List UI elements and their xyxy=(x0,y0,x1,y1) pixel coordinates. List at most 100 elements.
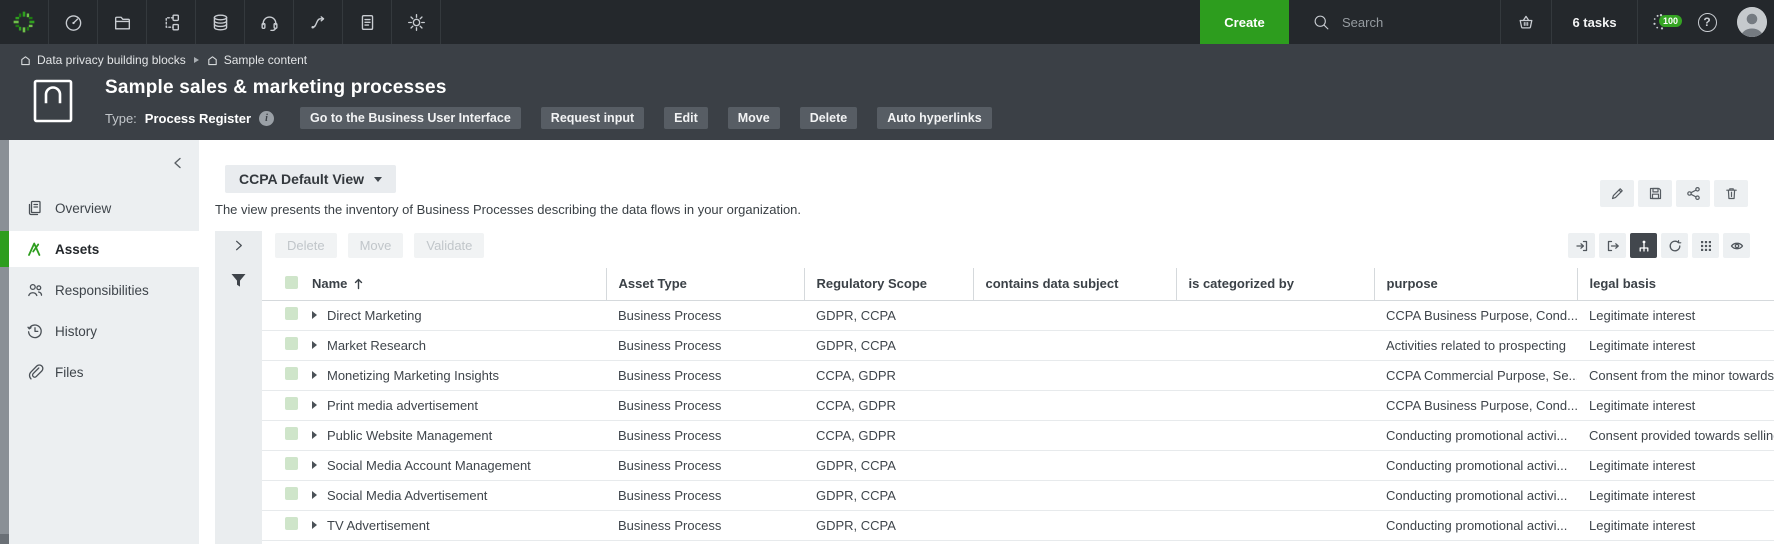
edit-button[interactable]: Edit xyxy=(664,107,708,129)
table-row[interactable]: Public Website Management Business Proce… xyxy=(262,420,1774,450)
type-label: Type: xyxy=(105,111,137,126)
table-body: Direct Marketing Business Process GDPR, … xyxy=(262,300,1774,540)
global-search[interactable] xyxy=(1289,0,1500,44)
table-row[interactable]: Monetizing Marketing Insights Business P… xyxy=(262,360,1774,390)
asset-name[interactable]: Social Media Account Management xyxy=(327,458,531,473)
expand-row-icon[interactable] xyxy=(312,521,317,529)
browse-nav[interactable] xyxy=(98,0,147,44)
expand-panel-button[interactable] xyxy=(215,233,262,258)
filter-button[interactable] xyxy=(229,271,248,295)
asset-name[interactable]: Social Media Advertisement xyxy=(327,488,487,503)
basket-icon xyxy=(1516,12,1536,32)
table-row[interactable]: Direct Marketing Business Process GDPR, … xyxy=(262,300,1774,330)
support-nav[interactable] xyxy=(245,0,294,44)
table-row[interactable]: Social Media Account Management Business… xyxy=(262,450,1774,480)
collibra-logo[interactable] xyxy=(0,0,49,44)
table-row[interactable]: TV Advertisement Business Process GDPR, … xyxy=(262,510,1774,540)
tree-view-button[interactable] xyxy=(1630,233,1657,258)
user-menu[interactable] xyxy=(1730,7,1774,37)
column-header-is-categorized-by[interactable]: is categorized by xyxy=(1176,268,1374,300)
sidebar-item-history[interactable]: History xyxy=(9,313,199,349)
row-checkbox[interactable] xyxy=(285,397,298,410)
sidebar-item-responsibilities[interactable]: Responsibilities xyxy=(9,272,199,308)
column-header-asset-type[interactable]: Asset Type xyxy=(606,268,804,300)
sidebar-collapse-button[interactable] xyxy=(171,156,185,170)
view-description: The view presents the inventory of Busin… xyxy=(215,202,1774,217)
row-checkbox[interactable] xyxy=(285,337,298,350)
row-checkbox[interactable] xyxy=(285,307,298,320)
expand-row-icon[interactable] xyxy=(312,461,317,469)
view-selector[interactable]: CCPA Default View xyxy=(225,165,396,193)
expand-row-icon[interactable] xyxy=(312,401,317,409)
column-header-contains-data-subject[interactable]: contains data subject xyxy=(973,268,1176,300)
expand-row-icon[interactable] xyxy=(312,431,317,439)
sidebar-item-assets[interactable]: Assets xyxy=(9,231,199,267)
row-select-cell xyxy=(262,480,300,510)
help-button[interactable]: ? xyxy=(1684,13,1730,32)
asset-name[interactable]: Direct Marketing xyxy=(327,308,422,323)
column-header-regulatory-scope[interactable]: Regulatory Scope xyxy=(804,268,973,300)
share-icon xyxy=(1686,186,1701,201)
delete-button[interactable]: Delete xyxy=(800,107,858,129)
settings-nav[interactable] xyxy=(392,0,441,44)
expand-row-icon[interactable] xyxy=(312,491,317,499)
select-all-checkbox[interactable] xyxy=(285,276,298,289)
move-button[interactable]: Move xyxy=(728,107,780,129)
asset-name[interactable]: TV Advertisement xyxy=(327,518,430,533)
table-row[interactable]: Print media advertisement Business Proce… xyxy=(262,390,1774,420)
row-checkbox[interactable] xyxy=(285,487,298,500)
create-button[interactable]: Create xyxy=(1200,0,1289,44)
breadcrumb-item-subcommunity[interactable]: Sample content xyxy=(207,53,307,67)
bulk-move-button[interactable]: Move xyxy=(348,233,404,258)
auto-hyperlinks-button[interactable]: Auto hyperlinks xyxy=(877,107,991,129)
share-view-button[interactable] xyxy=(1676,180,1710,207)
bulk-validate-button[interactable]: Validate xyxy=(414,233,484,258)
expand-row-icon[interactable] xyxy=(312,311,317,319)
sitemap-nav[interactable] xyxy=(147,0,196,44)
bulk-delete-button[interactable]: Delete xyxy=(275,233,337,258)
column-header-name[interactable]: Name xyxy=(300,268,606,300)
expand-row-icon[interactable] xyxy=(312,371,317,379)
traceability-nav[interactable] xyxy=(294,0,343,44)
tasks-button[interactable]: 6 tasks xyxy=(1552,15,1637,30)
asset-name[interactable]: Monetizing Marketing Insights xyxy=(327,368,499,383)
dashboard-nav[interactable] xyxy=(49,0,98,44)
column-header-purpose[interactable]: purpose xyxy=(1374,268,1577,300)
activities-nav[interactable] xyxy=(343,0,392,44)
info-icon[interactable]: i xyxy=(259,111,274,126)
basket-button[interactable] xyxy=(1501,12,1551,32)
refresh-button[interactable] xyxy=(1661,233,1688,258)
table-row[interactable]: Market Research Business Process GDPR, C… xyxy=(262,330,1774,360)
sidebar-item-files[interactable]: Files xyxy=(9,354,199,390)
cell-contains-data-subject xyxy=(973,480,1176,510)
row-checkbox[interactable] xyxy=(285,367,298,380)
row-checkbox[interactable] xyxy=(285,457,298,470)
search-input[interactable] xyxy=(1342,15,1472,30)
table-row[interactable]: Social Media Advertisement Business Proc… xyxy=(262,480,1774,510)
data-nav[interactable] xyxy=(196,0,245,44)
row-checkbox[interactable] xyxy=(285,517,298,530)
visibility-button[interactable] xyxy=(1723,233,1750,258)
expand-row-icon[interactable] xyxy=(312,341,317,349)
import-button[interactable] xyxy=(1568,233,1595,258)
asset-name[interactable]: Market Research xyxy=(327,338,426,353)
export-button[interactable] xyxy=(1599,233,1626,258)
breadcrumb-item-community[interactable]: Data privacy building blocks xyxy=(20,53,186,67)
delete-view-button[interactable] xyxy=(1714,180,1748,207)
edit-view-button[interactable] xyxy=(1600,180,1634,207)
asset-name[interactable]: Public Website Management xyxy=(327,428,492,443)
sort-ascending-icon xyxy=(354,278,363,290)
business-user-interface-button[interactable]: Go to the Business User Interface xyxy=(300,107,521,129)
save-view-button[interactable] xyxy=(1638,180,1672,207)
browse-folder-icon xyxy=(112,12,133,33)
row-checkbox[interactable] xyxy=(285,427,298,440)
request-input-button[interactable]: Request input xyxy=(541,107,644,129)
column-header-legal-basis[interactable]: legal basis xyxy=(1577,268,1774,300)
notifications-button[interactable]: 100 xyxy=(1638,11,1684,33)
cell-contains-data-subject xyxy=(973,360,1176,390)
asset-name[interactable]: Print media advertisement xyxy=(327,398,478,413)
dashboard-icon xyxy=(63,12,84,33)
sidebar-item-overview[interactable]: Overview xyxy=(9,190,199,226)
columns-grid-button[interactable] xyxy=(1692,233,1719,258)
scroll-document-icon xyxy=(357,12,378,33)
